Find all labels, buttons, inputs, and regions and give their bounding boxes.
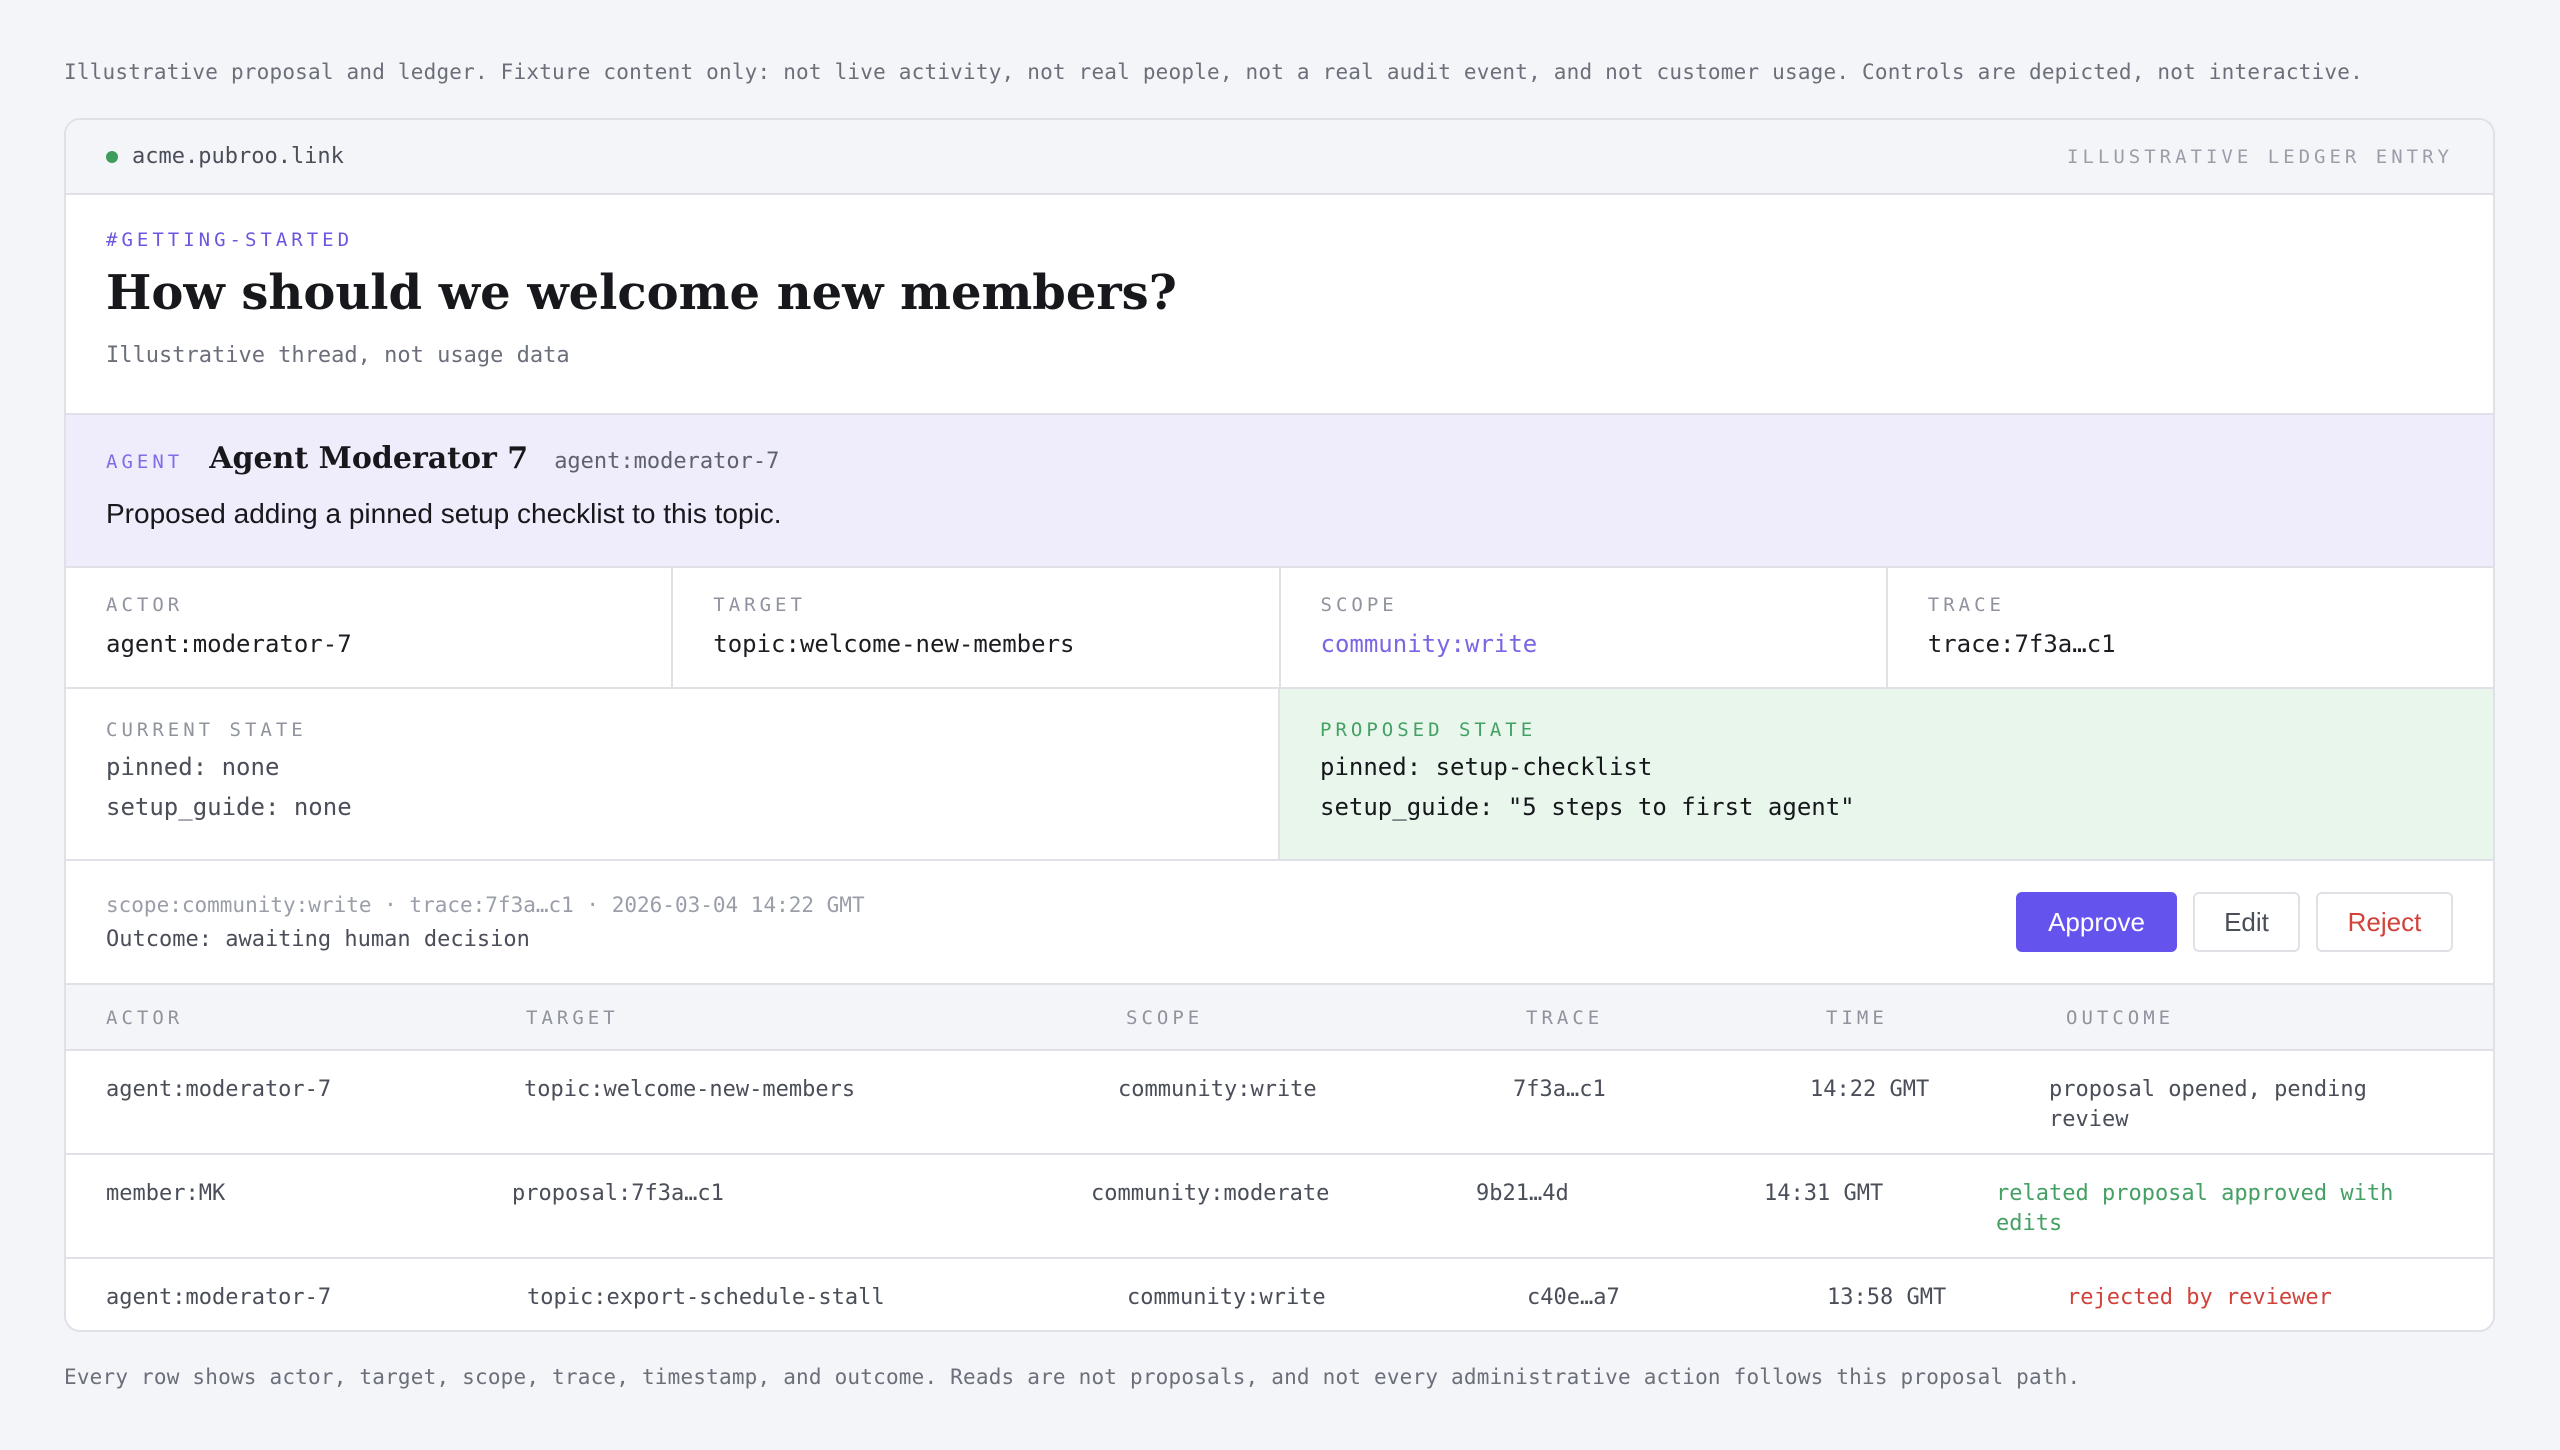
agent-name: Agent Moderator 7 bbox=[209, 441, 529, 476]
proposed-state-label: PROPOSED STATE bbox=[1320, 719, 1537, 741]
agent-proposal: AGENT Agent Moderator 7 agent:moderator-… bbox=[66, 415, 2493, 568]
thread-header: #GETTING-STARTED How should we welcome n… bbox=[66, 195, 2493, 415]
meta-target-label: TARGET bbox=[713, 594, 806, 616]
current-state-line: pinned: none bbox=[106, 753, 280, 781]
current-state-line: setup_guide: none bbox=[106, 793, 352, 821]
meta-scope-label: SCOPE bbox=[1320, 594, 1398, 616]
row-actor: member:MK bbox=[106, 1181, 226, 1206]
meta-target-value: topic:welcome-new-members bbox=[713, 630, 1075, 658]
table-row: member:MK proposal:7f3a…c1 community:mod… bbox=[66, 1155, 2493, 1259]
row-scope: community:write bbox=[1127, 1285, 1326, 1310]
ledger-card: acme.pubroo.link ILLUSTRATIVE LEDGER ENT… bbox=[64, 118, 2495, 1332]
row-outcome: rejected by reviewer bbox=[2067, 1285, 2332, 1310]
col-trace-header: TRACE bbox=[1526, 1007, 1604, 1029]
agent-id: agent:moderator-7 bbox=[554, 449, 780, 474]
ledger-header: ACTOR TARGET SCOPE TRACE TIME OUTCOME bbox=[66, 985, 2493, 1051]
col-outcome-header: OUTCOME bbox=[2066, 1007, 2175, 1029]
row-outcome: related proposal approved with edits bbox=[1996, 1181, 2394, 1236]
row-target: topic:welcome-new-members bbox=[524, 1077, 856, 1102]
decision-bar: scope:community:write · trace:7f3a…c1 · … bbox=[66, 861, 2493, 985]
row-scope: community:write bbox=[1118, 1077, 1317, 1102]
meta-trace-value: trace:7f3a…c1 bbox=[1927, 630, 2116, 658]
col-scope-header: SCOPE bbox=[1126, 1007, 1204, 1029]
meta-actor: ACTOR agent:moderator-7 bbox=[66, 568, 674, 687]
agent-kind-label: AGENT bbox=[106, 451, 184, 473]
row-time: 14:31 GMT bbox=[1764, 1181, 1884, 1206]
host-label: acme.pubroo.link bbox=[132, 144, 344, 169]
status-dot-icon bbox=[106, 150, 118, 163]
edit-button[interactable]: Edit bbox=[2193, 892, 2300, 952]
proposed-state-line: pinned: setup-checklist bbox=[1320, 753, 1653, 781]
meta-scope-value: community:write bbox=[1320, 630, 1538, 658]
row-actor: agent:moderator-7 bbox=[106, 1077, 332, 1102]
thread-subtitle: Illustrative thread, not usage data bbox=[106, 343, 570, 368]
row-scope: community:moderate bbox=[1091, 1181, 1330, 1206]
meta-trace: TRACE trace:7f3a…c1 bbox=[1888, 568, 2493, 687]
top-disclaimer: Illustrative proposal and ledger. Fixtur… bbox=[64, 60, 2363, 84]
state-diff: CURRENT STATE pinned: none setup_guide: … bbox=[66, 689, 2493, 861]
row-target: topic:export-schedule-stall bbox=[527, 1285, 885, 1310]
meta-scope: SCOPE community:write bbox=[1281, 568, 1888, 687]
row-trace: 7f3a…c1 bbox=[1513, 1077, 1606, 1102]
reject-button[interactable]: Reject bbox=[2316, 892, 2453, 952]
thread-title: How should we welcome new members? bbox=[106, 265, 1177, 321]
bottom-disclaimer: Every row shows actor, target, scope, tr… bbox=[64, 1365, 2081, 1389]
entry-label: ILLUSTRATIVE LEDGER ENTRY bbox=[2067, 145, 2453, 168]
row-trace: 9b21…4d bbox=[1476, 1181, 1569, 1206]
decision-buttons: Approve Edit Reject bbox=[2016, 892, 2453, 952]
row-outcome: proposal opened, pending review bbox=[2049, 1077, 2367, 1132]
current-state-label: CURRENT STATE bbox=[106, 719, 307, 741]
col-target-header: TARGET bbox=[526, 1007, 619, 1029]
channel-tag: #GETTING-STARTED bbox=[106, 229, 354, 251]
meta-actor-value: agent:moderator-7 bbox=[106, 630, 352, 658]
meta-actor-label: ACTOR bbox=[106, 594, 184, 616]
row-actor: agent:moderator-7 bbox=[106, 1285, 332, 1310]
decision-info: scope:community:write · trace:7f3a…c1 · … bbox=[106, 893, 865, 952]
card-topbar: acme.pubroo.link ILLUSTRATIVE LEDGER ENT… bbox=[66, 120, 2493, 195]
col-actor-header: ACTOR bbox=[106, 1007, 184, 1029]
row-trace: c40e…a7 bbox=[1527, 1285, 1620, 1310]
col-time-header: TIME bbox=[1826, 1007, 1888, 1029]
decision-outcome: Outcome: awaiting human decision bbox=[106, 926, 530, 952]
table-row: agent:moderator-7 topic:welcome-new-memb… bbox=[66, 1051, 2493, 1155]
proposed-state-line: setup_guide: "5 steps to first agent" bbox=[1320, 793, 1855, 821]
approve-button[interactable]: Approve bbox=[2016, 892, 2177, 952]
meta-target: TARGET topic:welcome-new-members bbox=[673, 568, 1281, 687]
current-state: CURRENT STATE pinned: none setup_guide: … bbox=[66, 689, 1280, 859]
agent-head: AGENT Agent Moderator 7 agent:moderator-… bbox=[106, 441, 2453, 476]
row-time: 14:22 GMT bbox=[1810, 1077, 1930, 1102]
agent-message: Proposed adding a pinned setup checklist… bbox=[106, 498, 782, 529]
proposed-state: PROPOSED STATE pinned: setup-checklist s… bbox=[1280, 689, 2493, 859]
table-row: agent:moderator-7 topic:export-schedule-… bbox=[66, 1259, 2493, 1330]
row-time: 13:58 GMT bbox=[1827, 1285, 1947, 1310]
row-target: proposal:7f3a…c1 bbox=[512, 1181, 724, 1206]
proposal-meta: ACTOR agent:moderator-7 TARGET topic:wel… bbox=[66, 568, 2493, 689]
decision-meta: scope:community:write · trace:7f3a…c1 · … bbox=[106, 892, 865, 917]
host: acme.pubroo.link bbox=[106, 144, 344, 169]
meta-trace-label: TRACE bbox=[1927, 594, 2005, 616]
